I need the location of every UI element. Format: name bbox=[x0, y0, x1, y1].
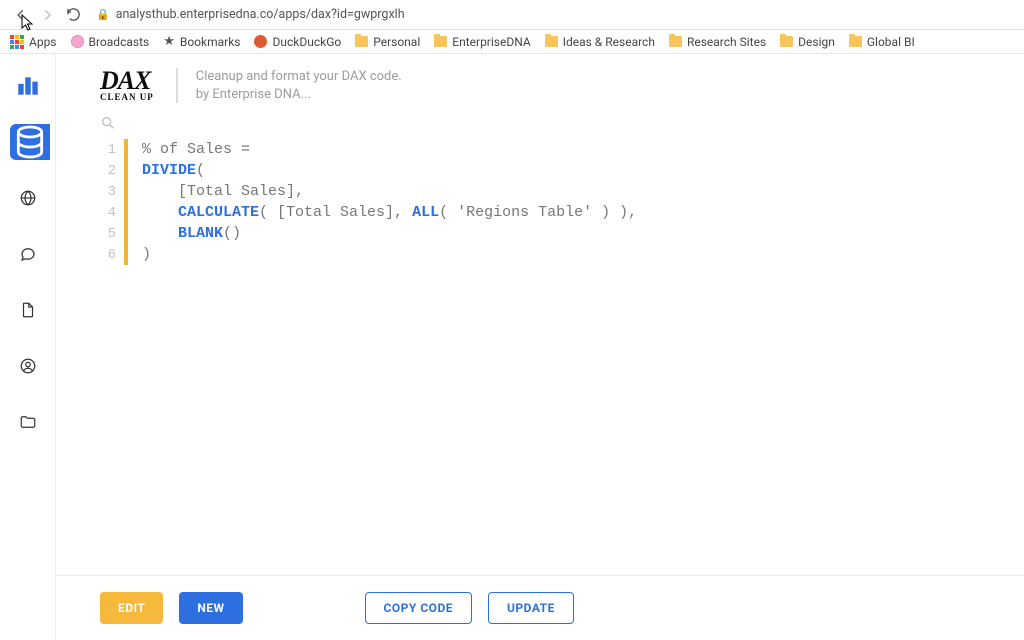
folder-icon bbox=[545, 36, 558, 47]
update-button[interactable]: UPDATE bbox=[488, 592, 574, 624]
sidebar-item-document[interactable] bbox=[10, 292, 46, 328]
bookmark-item[interactable]: Research Sites bbox=[669, 35, 766, 49]
bookmark-item[interactable]: EnterpriseDNA bbox=[434, 35, 530, 49]
code-line: 4 CALCULATE( [Total Sales], ALL( 'Region… bbox=[100, 202, 980, 223]
back-button[interactable] bbox=[10, 4, 32, 26]
gutter-bar bbox=[124, 181, 128, 202]
line-number: 3 bbox=[100, 181, 116, 202]
gutter-bar bbox=[124, 244, 128, 265]
folder-icon bbox=[669, 36, 682, 47]
code-line: 1 % of Sales = bbox=[100, 139, 980, 160]
tagline-line-1: Cleanup and format your DAX code. bbox=[196, 68, 402, 86]
duck-icon bbox=[254, 35, 267, 48]
bookmark-label: Bookmarks bbox=[180, 35, 241, 49]
apps-icon bbox=[10, 35, 24, 49]
lock-icon: 🔒 bbox=[96, 8, 110, 21]
sidebar-item-globe[interactable] bbox=[10, 180, 46, 216]
gutter-bar bbox=[124, 223, 128, 244]
browser-toolbar: 🔒 analysthub.enterprisedna.co/apps/dax?i… bbox=[0, 0, 1024, 30]
bookmark-item[interactable]: Apps bbox=[10, 35, 57, 49]
code-line: 3 [Total Sales], bbox=[100, 181, 980, 202]
bookmark-item[interactable]: Global BI bbox=[849, 35, 915, 49]
code-line: 5 BLANK() bbox=[100, 223, 980, 244]
tagline: Cleanup and format your DAX code. by Ent… bbox=[176, 68, 402, 103]
bookmark-item[interactable]: Ideas & Research bbox=[545, 35, 655, 49]
pink-icon bbox=[71, 35, 84, 48]
copy-code-button[interactable]: COPY CODE bbox=[365, 592, 472, 624]
brand-subtitle: CLEAN UP bbox=[100, 92, 154, 102]
search-row bbox=[56, 109, 1024, 139]
code-line: 2 DIVIDE( bbox=[100, 160, 980, 181]
bookmark-label: Design bbox=[798, 35, 835, 49]
edit-button[interactable]: EDIT bbox=[100, 592, 163, 624]
code-content: ) bbox=[142, 244, 151, 265]
line-number: 2 bbox=[100, 160, 116, 181]
bookmark-item[interactable]: Broadcasts bbox=[71, 35, 150, 49]
tagline-line-2: by Enterprise DNA... bbox=[196, 86, 402, 104]
footer-actions: EDIT NEW COPY CODE UPDATE bbox=[56, 575, 1024, 640]
sidebar bbox=[0, 54, 56, 640]
code-content: % of Sales = bbox=[142, 139, 250, 160]
code-line: 6) bbox=[100, 244, 980, 265]
bookmark-item[interactable]: Design bbox=[780, 35, 835, 49]
address-bar[interactable]: 🔒 analysthub.enterprisedna.co/apps/dax?i… bbox=[96, 7, 1014, 22]
line-number: 1 bbox=[100, 139, 116, 160]
new-button[interactable]: NEW bbox=[179, 592, 242, 624]
bookmark-item[interactable]: Personal bbox=[355, 35, 420, 49]
bookmark-item[interactable]: ★ Bookmarks bbox=[163, 34, 240, 49]
bookmark-label: Broadcasts bbox=[89, 35, 150, 49]
reload-button[interactable] bbox=[62, 4, 84, 26]
main-content: DAX CLEAN UP Cleanup and format your DAX… bbox=[56, 54, 1024, 640]
sidebar-item-folder[interactable] bbox=[10, 404, 46, 440]
app-header: DAX CLEAN UP Cleanup and format your DAX… bbox=[56, 54, 1024, 109]
star-icon: ★ bbox=[163, 34, 175, 49]
code-content: [Total Sales], bbox=[142, 181, 304, 202]
bookmark-label: Research Sites bbox=[687, 35, 766, 49]
app-brand: DAX CLEAN UP bbox=[100, 70, 154, 102]
folder-icon bbox=[849, 36, 862, 47]
line-number: 4 bbox=[100, 202, 116, 223]
gutter-bar bbox=[124, 202, 128, 223]
bookmark-label: Apps bbox=[29, 35, 57, 49]
sidebar-item-data[interactable] bbox=[10, 124, 50, 160]
gutter-bar bbox=[124, 160, 128, 181]
bookmark-label: Personal bbox=[373, 35, 420, 49]
folder-icon bbox=[434, 36, 447, 47]
bookmark-label: Ideas & Research bbox=[563, 35, 655, 49]
sidebar-item-account[interactable] bbox=[10, 348, 46, 384]
code-content: BLANK() bbox=[142, 223, 241, 244]
bookmark-label: DuckDuckGo bbox=[272, 35, 341, 49]
brand-logo-icon[interactable] bbox=[10, 68, 46, 104]
gutter-bar bbox=[124, 139, 128, 160]
bookmark-item[interactable]: DuckDuckGo bbox=[254, 35, 341, 49]
bookmarks-bar: Apps Broadcasts ★ Bookmarks DuckDuckGo Person… bbox=[0, 30, 1024, 54]
forward-button[interactable] bbox=[36, 4, 58, 26]
folder-icon bbox=[355, 36, 368, 47]
bookmark-label: EnterpriseDNA bbox=[452, 35, 530, 49]
bookmark-label: Global BI bbox=[867, 35, 915, 49]
url-text: analysthub.enterprisedna.co/apps/dax?id=… bbox=[116, 7, 405, 22]
brand-title: DAX bbox=[100, 70, 154, 92]
code-content: CALCULATE( [Total Sales], ALL( 'Regions … bbox=[142, 202, 637, 223]
sidebar-item-chat[interactable] bbox=[10, 236, 46, 272]
search-icon[interactable] bbox=[100, 116, 116, 135]
folder-icon bbox=[780, 36, 793, 47]
code-content: DIVIDE( bbox=[142, 160, 205, 181]
code-editor[interactable]: 1% of Sales =2DIVIDE(3 [Total Sales],4 C… bbox=[56, 139, 1024, 575]
line-number: 6 bbox=[100, 244, 116, 265]
line-number: 5 bbox=[100, 223, 116, 244]
